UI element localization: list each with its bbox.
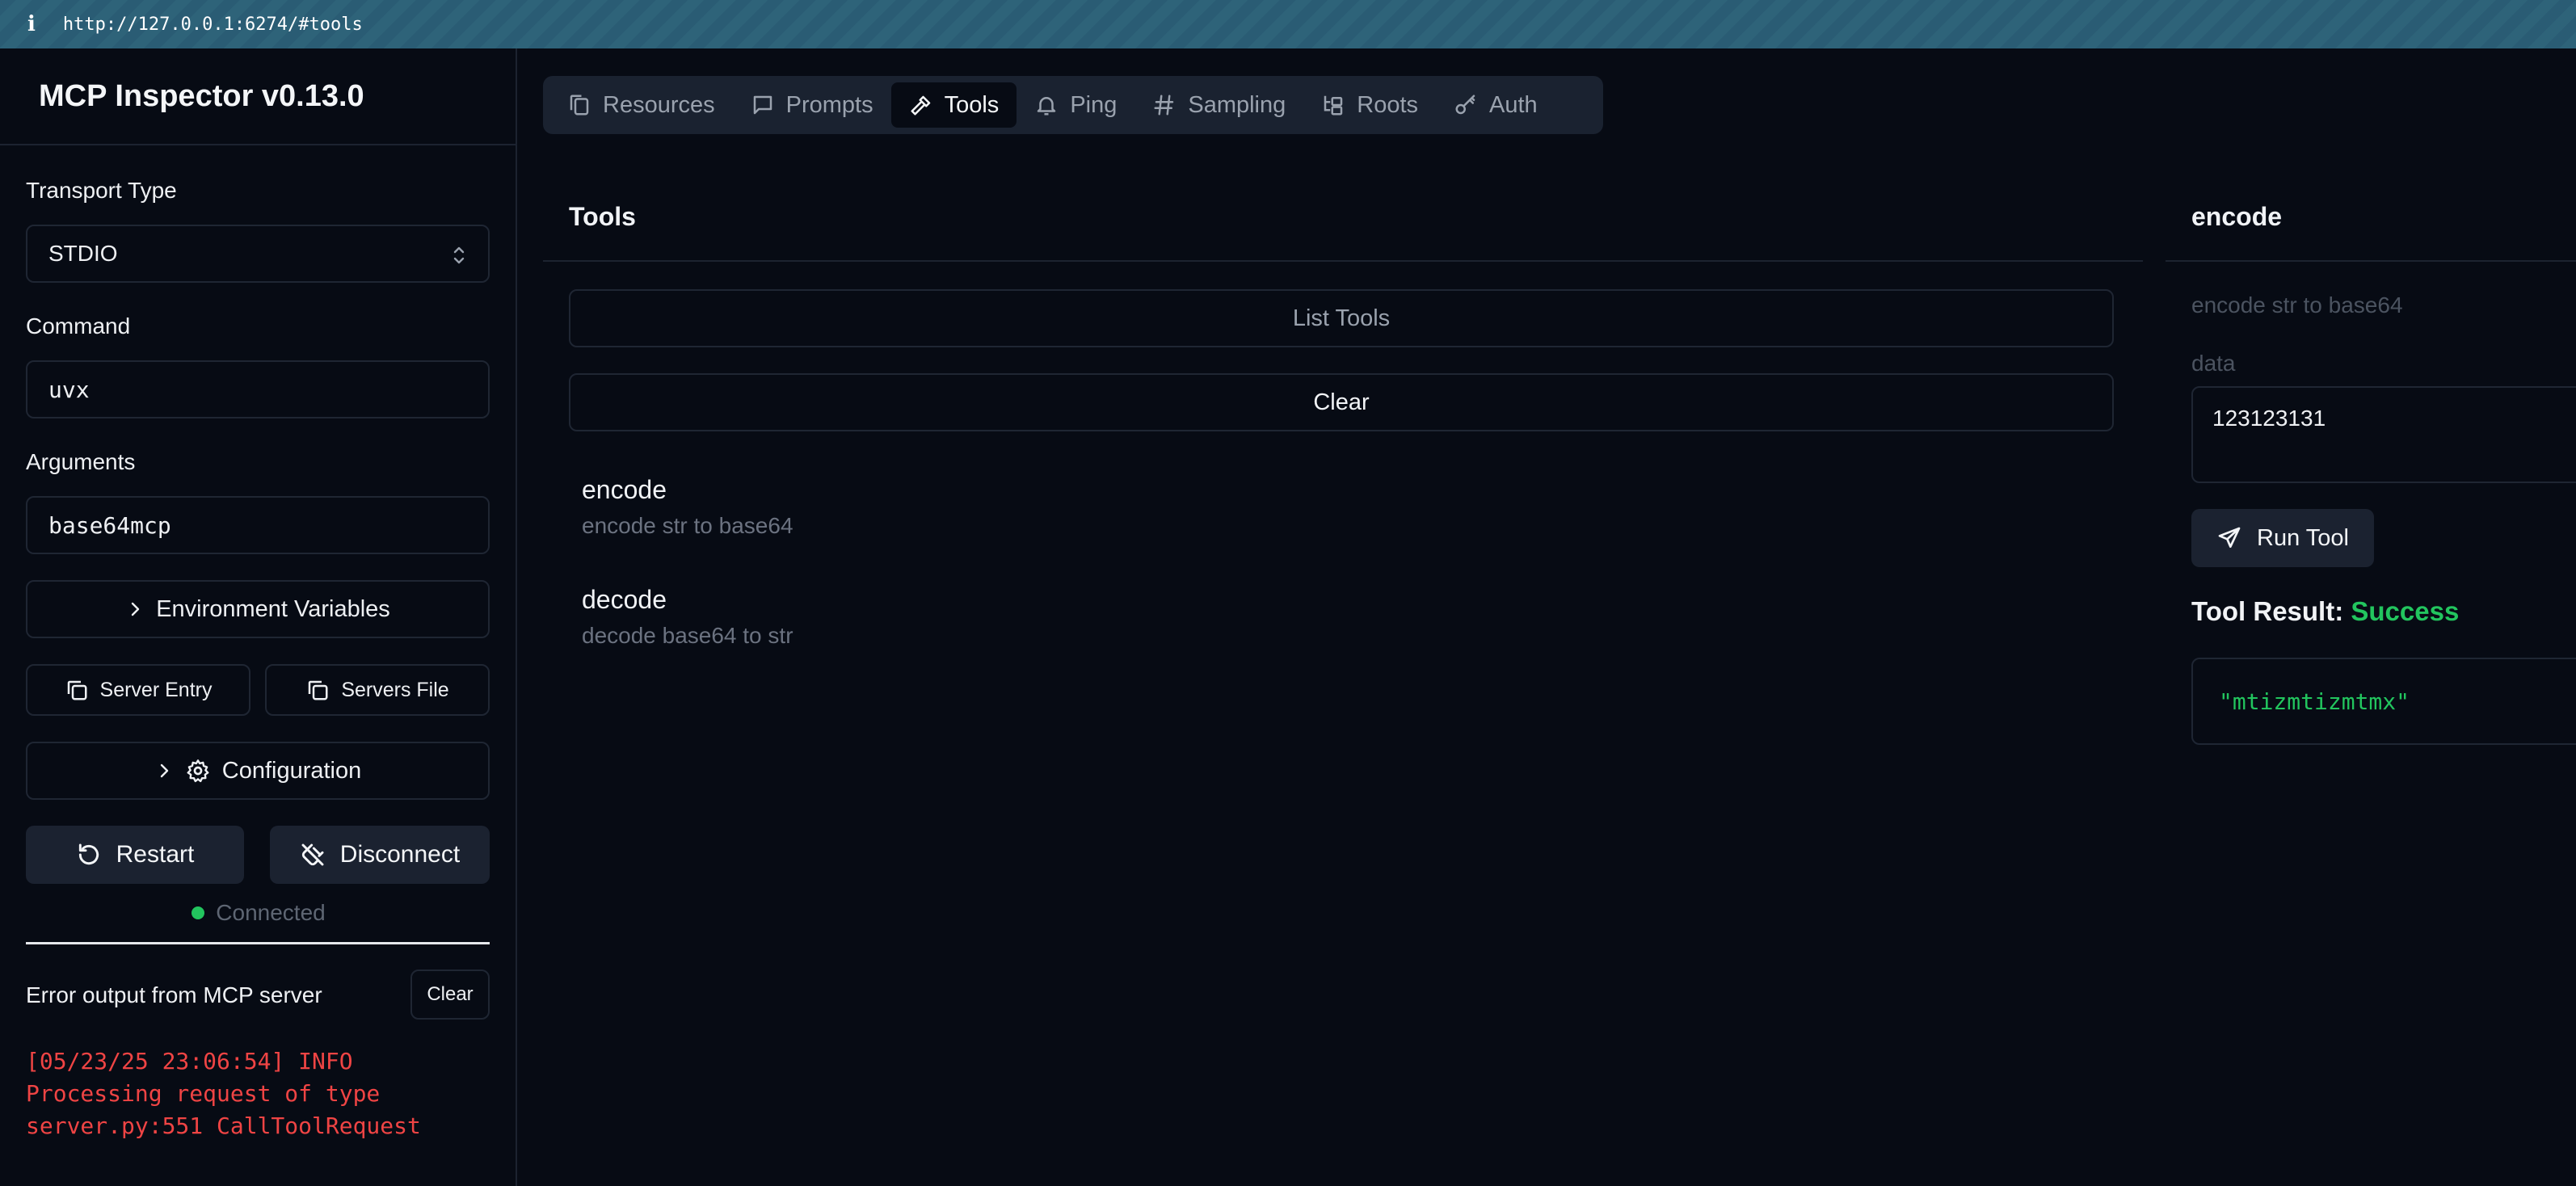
command-input[interactable]: uvx <box>26 360 490 418</box>
transport-type-label: Transport Type <box>26 178 177 203</box>
tool-result-status: Success <box>2351 596 2460 626</box>
tool-name: decode <box>582 585 667 614</box>
run-tool-label: Run Tool <box>2257 524 2349 551</box>
transport-type-select[interactable]: STDIO <box>26 225 490 283</box>
copy-icon <box>67 680 87 700</box>
hammer-icon <box>911 95 930 116</box>
configuration-label: Configuration <box>221 757 362 784</box>
status-dot-icon <box>192 906 205 919</box>
error-output-title: Error output from MCP server <box>26 982 322 1007</box>
disconnect-label: Disconnect <box>339 841 461 868</box>
tools-panel-title: Tools <box>569 202 636 231</box>
list-tools-button[interactable]: List Tools <box>569 289 2114 347</box>
command-value: uvx <box>48 376 90 403</box>
tool-description: decode base64 to str <box>582 623 793 648</box>
param-data-label: data <box>2191 351 2236 376</box>
environment-variables-button[interactable]: Environment Variables <box>26 580 490 638</box>
chevron-right-icon <box>131 602 140 616</box>
bell-icon <box>1038 97 1056 116</box>
connection-status: Connected <box>0 900 517 926</box>
files-icon <box>570 95 589 116</box>
sidebar: MCP Inspector v0.13.0 Transport Type STD… <box>0 48 517 1186</box>
tool-name: encode <box>582 475 667 504</box>
environment-variables-label: Environment Variables <box>156 595 390 622</box>
error-clear-button[interactable]: Clear <box>410 969 490 1020</box>
tab-ping[interactable]: Ping <box>1017 82 1134 128</box>
run-tool-button[interactable]: Run Tool <box>2191 509 2374 567</box>
tab-sampling[interactable]: Sampling <box>1134 82 1303 128</box>
command-label: Command <box>26 313 131 339</box>
restart-button[interactable]: Restart <box>26 826 244 884</box>
tab-tools[interactable]: Tools <box>890 82 1017 128</box>
arguments-label: Arguments <box>26 449 136 474</box>
tab-sampling-label: Sampling <box>1188 91 1286 118</box>
chevron-right-icon <box>160 763 168 778</box>
tab-bar: Resources Prompts Tools Ping Sampling Ro… <box>543 76 1603 134</box>
transport-type-value: STDIO <box>48 241 118 266</box>
servers-file-label: Servers File <box>341 678 449 701</box>
configuration-button[interactable]: Configuration <box>26 742 490 800</box>
error-log: [05/23/25 23:06:54] INFO Processing requ… <box>26 1048 421 1139</box>
arguments-value: base64mcp <box>48 511 171 539</box>
tab-auth[interactable]: Auth <box>1436 82 1555 128</box>
tab-roots[interactable]: Roots <box>1303 82 1436 128</box>
tool-result-heading: Tool Result: Success <box>2191 596 2459 627</box>
restart-label: Restart <box>116 841 195 868</box>
servers-file-button[interactable]: Servers File <box>265 664 490 716</box>
tool-result-output: "mtizmtizmtmx" <box>2191 658 2576 745</box>
tab-prompts-label: Prompts <box>785 91 873 118</box>
tool-item-decode[interactable]: decode decode base64 to str <box>582 585 793 649</box>
param-data-input[interactable]: 123123131 <box>2191 386 2576 483</box>
tool-detail-description: encode str to base64 <box>2191 292 2403 318</box>
tab-ping-label: Ping <box>1070 91 1118 118</box>
tool-description: encode str to base64 <box>582 513 793 538</box>
clear-tools-button[interactable]: Clear <box>569 373 2114 431</box>
tool-result-label: Tool Result: <box>2191 596 2344 626</box>
address-bar[interactable]: i http://127.0.0.1:6274/#tools <box>0 0 2576 48</box>
tools-panel-divider <box>543 260 2143 262</box>
tool-item-encode[interactable]: encode encode str to base64 <box>582 475 793 539</box>
key-icon <box>1455 95 1475 115</box>
folder-tree-icon <box>1324 95 1343 116</box>
copy-icon <box>309 680 328 700</box>
unplug-icon <box>301 843 324 866</box>
send-icon <box>2218 527 2241 548</box>
server-entry-label: Server Entry <box>99 678 213 701</box>
tab-resources[interactable]: Resources <box>549 82 733 128</box>
disconnect-button[interactable]: Disconnect <box>270 826 490 884</box>
tab-prompts[interactable]: Prompts <box>733 82 891 128</box>
info-icon[interactable]: i <box>27 12 36 36</box>
hash-icon <box>1154 95 1174 116</box>
detail-panel-title: encode <box>2191 202 2283 231</box>
tab-resources-label: Resources <box>603 91 715 118</box>
message-square-icon <box>753 95 772 115</box>
app-title: MCP Inspector v0.13.0 <box>39 79 364 113</box>
gear-icon <box>187 759 209 783</box>
tab-roots-label: Roots <box>1357 91 1419 118</box>
url-text[interactable]: http://127.0.0.1:6274/#tools <box>63 15 363 35</box>
tab-tools-label: Tools <box>944 91 1000 118</box>
server-entry-button[interactable]: Server Entry <box>26 664 250 716</box>
sidebar-separator <box>26 942 490 944</box>
detail-panel-divider <box>2166 260 2576 262</box>
sidebar-divider <box>0 144 516 145</box>
tab-auth-label: Auth <box>1489 91 1538 118</box>
chevrons-up-down-icon <box>453 246 465 264</box>
connection-status-text: Connected <box>216 900 326 925</box>
rotate-ccw-icon <box>78 843 99 865</box>
arguments-input[interactable]: base64mcp <box>26 496 490 554</box>
